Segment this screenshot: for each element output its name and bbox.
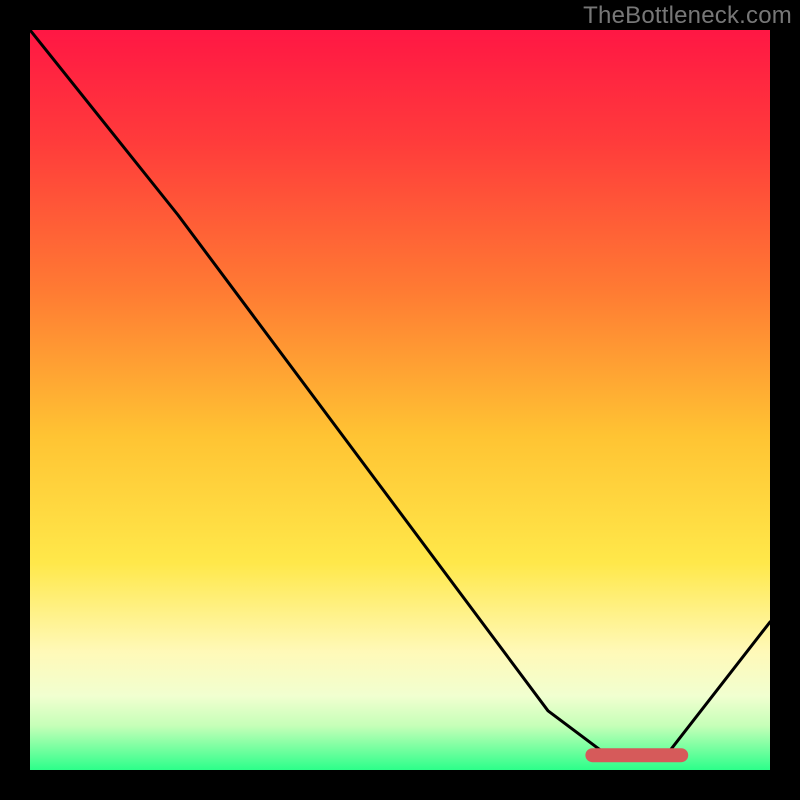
chart-svg (30, 30, 770, 770)
chart-frame: TheBottleneck.com (0, 0, 800, 800)
gradient-rect (30, 30, 770, 770)
watermark-text: TheBottleneck.com (583, 2, 792, 30)
plot-area (30, 30, 770, 770)
